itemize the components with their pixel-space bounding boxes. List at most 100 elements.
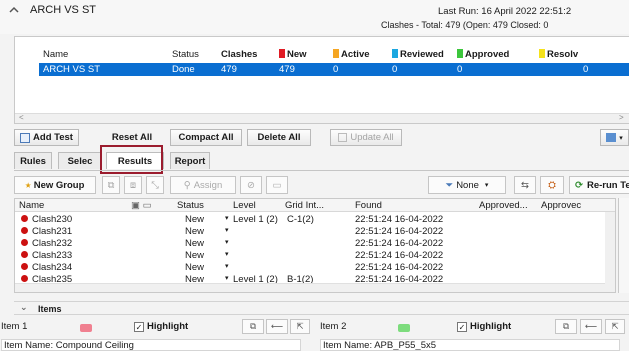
item1-back-icon[interactable]: ⟵ (266, 319, 288, 334)
clash-found: 22:51:24 16-04-2022 (355, 250, 444, 261)
table-row[interactable]: Clash232 New ▾ 22:51:24 16-04-2022 (15, 238, 615, 250)
clash-found: 22:51:24 16-04-2022 (355, 214, 444, 225)
delete-all-button[interactable]: Delete All (247, 129, 311, 146)
explode-group-icon[interactable]: ⤡ (146, 176, 164, 194)
test-row-resolved: 0 (583, 64, 589, 75)
new-group-icon: ⭑ (25, 179, 31, 191)
reset-view-icon[interactable]: ⛭ (540, 176, 564, 194)
expand-chevron-icon[interactable]: ⌄ (20, 302, 28, 313)
clash-name: Clash232 (32, 238, 73, 249)
item2-highlight-checkbox[interactable]: ✓ Highlight (457, 321, 511, 332)
item2-name: Item Name: APB_P55_5x5 (320, 339, 620, 351)
item1-select-icon[interactable]: ⧉ (242, 319, 264, 334)
tab-rules[interactable]: Rules (14, 152, 52, 169)
table-row[interactable]: Clash233 New ▾ 22:51:24 16-04-2022 (15, 250, 615, 262)
status-caret-icon[interactable]: ▾ (225, 214, 229, 222)
test-title: ARCH VS ST (30, 4, 97, 16)
scroll-right-icon[interactable]: > (619, 113, 624, 122)
col-status[interactable]: Status (177, 200, 204, 211)
image-comment-col-icon[interactable]: ▣ ▭ (131, 200, 152, 211)
tab-select[interactable]: Selec (58, 152, 102, 169)
item1-highlight-checkbox[interactable]: ✓ Highlight (134, 321, 188, 332)
rerun-test-button[interactable]: ⟳Re-run Test (569, 176, 629, 194)
reviewed-color-icon (392, 49, 398, 58)
col-new[interactable]: New (279, 49, 307, 60)
update-all-button[interactable]: Update All (330, 129, 402, 146)
clashes-summary: Clashes - Total: 479 (Open: 479 Closed: … (381, 20, 549, 30)
col-approved[interactable]: Approved (457, 49, 509, 60)
item2-pointer-icon[interactable]: ⇱ (605, 319, 625, 334)
status-caret-icon[interactable]: ▾ (225, 262, 229, 270)
col-found[interactable]: Found (355, 200, 382, 211)
test-row[interactable]: ARCH VS ST Done 479 479 0 0 0 0 (39, 63, 629, 76)
rerun-icon: ⟳ (575, 179, 583, 191)
col-status[interactable]: Status (172, 49, 199, 60)
col-name[interactable]: Name (19, 200, 44, 211)
results-horizontal-scrollbar[interactable] (15, 283, 605, 292)
table-row[interactable]: Clash230 New ▾ Level 1 (2) C-1(2) 22:51:… (15, 214, 615, 226)
table-row[interactable]: Clash234 New ▾ 22:51:24 16-04-2022 (15, 262, 615, 274)
assign-icon: ⚲ (183, 179, 191, 191)
comment-icon[interactable]: ▭ (266, 176, 288, 194)
clash-status[interactable]: New (185, 226, 204, 237)
tab-report[interactable]: Report (170, 152, 210, 169)
item2-color-swatch[interactable] (398, 324, 410, 332)
results-grid-header: Name ▣ ▭ Status Level Grid Int... Found … (15, 199, 615, 212)
item2-back-icon[interactable]: ⟵ (580, 319, 602, 334)
results-vertical-scrollbar[interactable] (605, 212, 615, 292)
results-grid: Name ▣ ▭ Status Level Grid Int... Found … (14, 198, 616, 293)
item2-select-icon[interactable]: ⧉ (555, 319, 577, 334)
new-group-button[interactable]: ⭑ New Group (14, 176, 96, 194)
side-panel-strip[interactable] (618, 198, 629, 293)
status-dot-icon (21, 251, 28, 258)
col-approved-by[interactable]: Approved... (479, 200, 528, 211)
col-grid-intersection[interactable]: Grid Int... (285, 200, 324, 211)
status-caret-icon[interactable]: ▾ (225, 226, 229, 234)
item1-color-swatch[interactable] (80, 324, 92, 332)
collapse-chevron-icon[interactable] (8, 5, 20, 15)
status-caret-icon[interactable]: ▾ (225, 250, 229, 258)
items-section-header[interactable]: ⌄ Items (14, 301, 629, 315)
col-clashes[interactable]: Clashes (221, 49, 257, 60)
add-test-button[interactable]: Add Test (14, 129, 79, 146)
ungroup-icon[interactable]: ⧈ (124, 176, 142, 194)
test-header: ARCH VS ST Last Run: 16 April 2022 22:51… (0, 0, 629, 34)
clash-status[interactable]: New (185, 214, 204, 225)
clash-status[interactable]: New (185, 238, 204, 249)
test-row-new: 479 (279, 64, 295, 75)
status-dot-icon (21, 263, 28, 270)
sort-icon[interactable]: ⇆ (514, 176, 536, 194)
item1-label: Item 1 (1, 321, 28, 332)
clash-status[interactable]: New (185, 262, 204, 273)
test-row-clashes: 479 (221, 64, 237, 75)
tests-horizontal-scrollbar[interactable]: < > (15, 113, 629, 123)
scroll-left-icon[interactable]: < (19, 113, 24, 122)
col-resolved[interactable]: Resolv (539, 49, 578, 60)
table-row[interactable]: Clash231 New ▾ 22:51:24 16-04-2022 (15, 226, 615, 238)
col-approved-date[interactable]: Approvec (541, 200, 581, 211)
clash-status[interactable]: New (185, 250, 204, 261)
add-test-icon (20, 132, 31, 143)
status-caret-icon[interactable]: ▾ (225, 238, 229, 246)
filter-none-select[interactable]: ⏷ None ▾ (428, 176, 506, 194)
clash-found: 22:51:24 16-04-2022 (355, 238, 444, 249)
reset-all-button[interactable]: Reset All (100, 129, 164, 146)
col-reviewed[interactable]: Reviewed (392, 49, 444, 60)
test-row-name: ARCH VS ST (43, 64, 101, 75)
item1-pointer-icon[interactable]: ⇱ (290, 319, 310, 334)
export-dropdown-button[interactable]: ▾ (600, 129, 629, 146)
col-level[interactable]: Level (233, 200, 256, 211)
unassign-icon[interactable]: ⊘ (240, 176, 262, 194)
status-caret-icon[interactable]: ▾ (225, 274, 229, 282)
compact-all-button[interactable]: Compact All (170, 129, 242, 146)
col-name[interactable]: Name (43, 49, 68, 60)
col-active[interactable]: Active (333, 49, 370, 60)
items-controls: Item 1 ✓ Highlight ⧉ ⟵ ⇱ Item 2 ✓ Highligh… (0, 318, 629, 336)
assign-button[interactable]: ⚲ Assign (170, 176, 236, 194)
export-icon (606, 133, 617, 142)
group-select-icon[interactable]: ⧉ (102, 176, 120, 194)
status-dot-icon (21, 239, 28, 246)
new-color-icon (279, 49, 285, 58)
select-caret-icon: ▾ (484, 182, 489, 189)
clash-grid: C-1(2) (287, 214, 314, 225)
